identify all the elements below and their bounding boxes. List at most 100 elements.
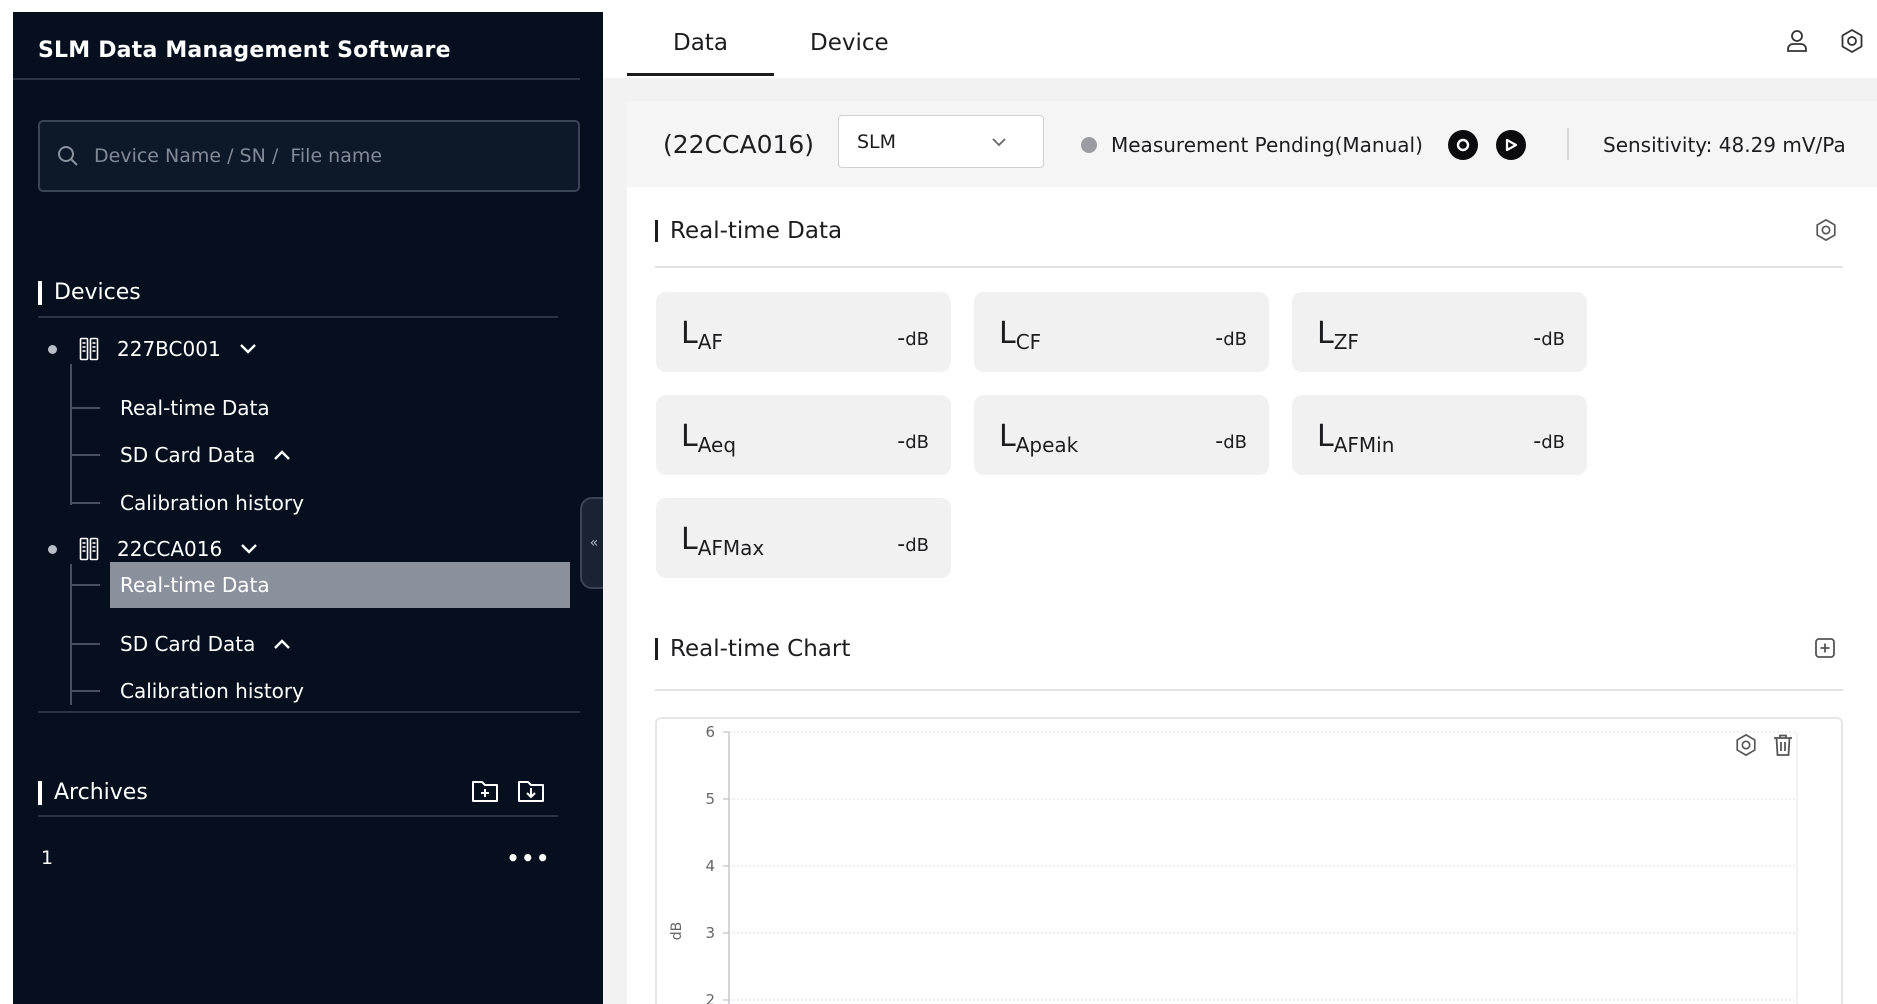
realtime-chart-heading: Real-time Chart bbox=[655, 636, 850, 662]
trash-icon[interactable] bbox=[1772, 733, 1794, 757]
tree-label-wrap: Real-time Data bbox=[110, 562, 570, 608]
chevron-down-icon bbox=[992, 137, 1006, 146]
tree-branch bbox=[70, 454, 100, 456]
metric-label-sub: AFMin bbox=[1333, 433, 1395, 457]
metric-label: LAFMax bbox=[681, 522, 764, 560]
metric-value: -dB bbox=[897, 326, 929, 351]
tree-item-realtime-2[interactable]: Real-time Data bbox=[70, 562, 570, 608]
metric-label-base: L bbox=[999, 419, 1016, 454]
app-title: SLM Data Management Software bbox=[38, 38, 451, 63]
top-icons bbox=[1785, 28, 1865, 54]
metric-label-base: L bbox=[1317, 419, 1334, 454]
metric-label-base: L bbox=[681, 419, 698, 454]
realtime-data-divider bbox=[655, 266, 1843, 268]
search-input[interactable] bbox=[94, 145, 534, 167]
metric-label-sub: Aeq bbox=[697, 433, 737, 457]
devices-heading: Devices bbox=[38, 280, 141, 305]
y-axis-label: dB bbox=[669, 922, 685, 941]
device-name: 22CCA016 bbox=[117, 537, 223, 561]
metric-label-base: L bbox=[999, 316, 1016, 351]
tree-label-wrap: SD Card Data bbox=[110, 432, 301, 478]
metric-card-lafmax: LAFMax -dB bbox=[656, 498, 951, 578]
metric-label-sub: AF bbox=[697, 330, 723, 354]
gear-icon[interactable] bbox=[1734, 733, 1758, 757]
tree-item-label: Calibration history bbox=[120, 491, 304, 515]
metric-value: -dB bbox=[897, 429, 929, 454]
tree-label-wrap: SD Card Data bbox=[110, 621, 301, 667]
more-options-button[interactable]: ••• bbox=[507, 846, 551, 870]
metric-unit: dB bbox=[1541, 329, 1565, 350]
y-tick-label: 5 bbox=[705, 790, 715, 808]
heading-bar bbox=[38, 280, 42, 305]
top-bar bbox=[603, 0, 1877, 78]
search-box[interactable] bbox=[38, 120, 580, 192]
tree-branch bbox=[70, 643, 100, 645]
realtime-chart: 6 5 4 3 2 dB bbox=[669, 723, 1798, 1004]
tab-data[interactable]: Data bbox=[673, 30, 728, 56]
archive-item[interactable]: 1 ••• bbox=[41, 846, 551, 870]
device-row-227bc001[interactable]: 227BC001 bbox=[48, 334, 257, 364]
metric-label: LApeak bbox=[999, 419, 1078, 457]
sidebar: SLM Data Management Software Devices 227… bbox=[13, 12, 603, 1004]
metric-label-base: L bbox=[1317, 316, 1334, 351]
realtime-chart-heading-label: Real-time Chart bbox=[670, 636, 851, 662]
y-tick-label: 2 bbox=[705, 991, 715, 1004]
tree-branch bbox=[70, 502, 100, 504]
tab-device[interactable]: Device bbox=[810, 30, 889, 56]
device-status-dot bbox=[48, 544, 57, 554]
search-icon bbox=[58, 146, 78, 166]
tree-item-label: Real-time Data bbox=[120, 396, 270, 420]
chevron-down-icon[interactable] bbox=[240, 543, 258, 555]
play-button[interactable] bbox=[1496, 130, 1526, 160]
toolbar-divider bbox=[1567, 128, 1569, 160]
tree-item-label: Real-time Data bbox=[120, 573, 270, 597]
metric-unit: dB bbox=[905, 329, 929, 350]
metric-value: -dB bbox=[1533, 326, 1565, 351]
device-icon bbox=[79, 337, 99, 361]
metric-label: LAF bbox=[681, 316, 723, 354]
device-status-dot bbox=[48, 344, 57, 354]
metric-card-lzf: LZF -dB bbox=[1292, 292, 1587, 372]
metric-label-sub: AFMax bbox=[697, 536, 765, 560]
active-tab-indicator bbox=[627, 73, 774, 76]
gear-icon[interactable] bbox=[1839, 28, 1865, 54]
record-button[interactable] bbox=[1448, 130, 1478, 160]
tree-item-label: Calibration history bbox=[120, 679, 304, 703]
tree-item-sdcard-1[interactable]: SD Card Data bbox=[70, 432, 301, 478]
tree-item-calibration-1[interactable]: Calibration history bbox=[70, 480, 314, 526]
device-row-22cca016[interactable]: 22CCA016 bbox=[48, 534, 258, 564]
mode-select-value: SLM bbox=[857, 130, 897, 153]
realtime-data-heading-label: Real-time Data bbox=[670, 218, 843, 244]
tree-item-label: SD Card Data bbox=[120, 443, 256, 467]
realtime-chart-divider bbox=[655, 689, 1843, 691]
chevron-down-icon[interactable] bbox=[239, 343, 257, 355]
mode-select[interactable]: SLM bbox=[838, 115, 1044, 168]
tree-label-wrap: Calibration history bbox=[110, 668, 314, 714]
add-box-icon[interactable] bbox=[1814, 637, 1836, 659]
archive-actions bbox=[470, 777, 546, 805]
metric-card-lcf: LCF -dB bbox=[974, 292, 1269, 372]
folder-import-icon[interactable] bbox=[516, 777, 546, 805]
chevron-up-icon[interactable] bbox=[273, 638, 291, 650]
chevron-up-icon[interactable] bbox=[273, 449, 291, 461]
chart-tools bbox=[1734, 733, 1794, 757]
tree-branch bbox=[70, 407, 100, 409]
archives-divider bbox=[38, 815, 558, 817]
tree-item-sdcard-2[interactable]: SD Card Data bbox=[70, 621, 301, 667]
tree-item-realtime-1[interactable]: Real-time Data bbox=[70, 385, 280, 431]
realtime-data-heading: Real-time Data bbox=[655, 218, 842, 244]
metric-label: LAFMin bbox=[1317, 419, 1394, 457]
metric-card-laf: LAF -dB bbox=[656, 292, 951, 372]
tree-item-calibration-2[interactable]: Calibration history bbox=[70, 668, 314, 714]
devices-end-divider bbox=[38, 711, 580, 713]
metric-unit: dB bbox=[1223, 329, 1247, 350]
metric-value: -dB bbox=[1215, 326, 1247, 351]
metric-unit: dB bbox=[1223, 432, 1247, 453]
device-name: 227BC001 bbox=[117, 337, 221, 361]
y-tick-label: 6 bbox=[705, 723, 715, 741]
folder-add-icon[interactable] bbox=[470, 777, 500, 805]
metric-label-sub: Apeak bbox=[1015, 433, 1079, 457]
gear-icon[interactable] bbox=[1814, 218, 1838, 242]
user-icon[interactable] bbox=[1785, 28, 1809, 54]
heading-bar bbox=[38, 780, 42, 805]
